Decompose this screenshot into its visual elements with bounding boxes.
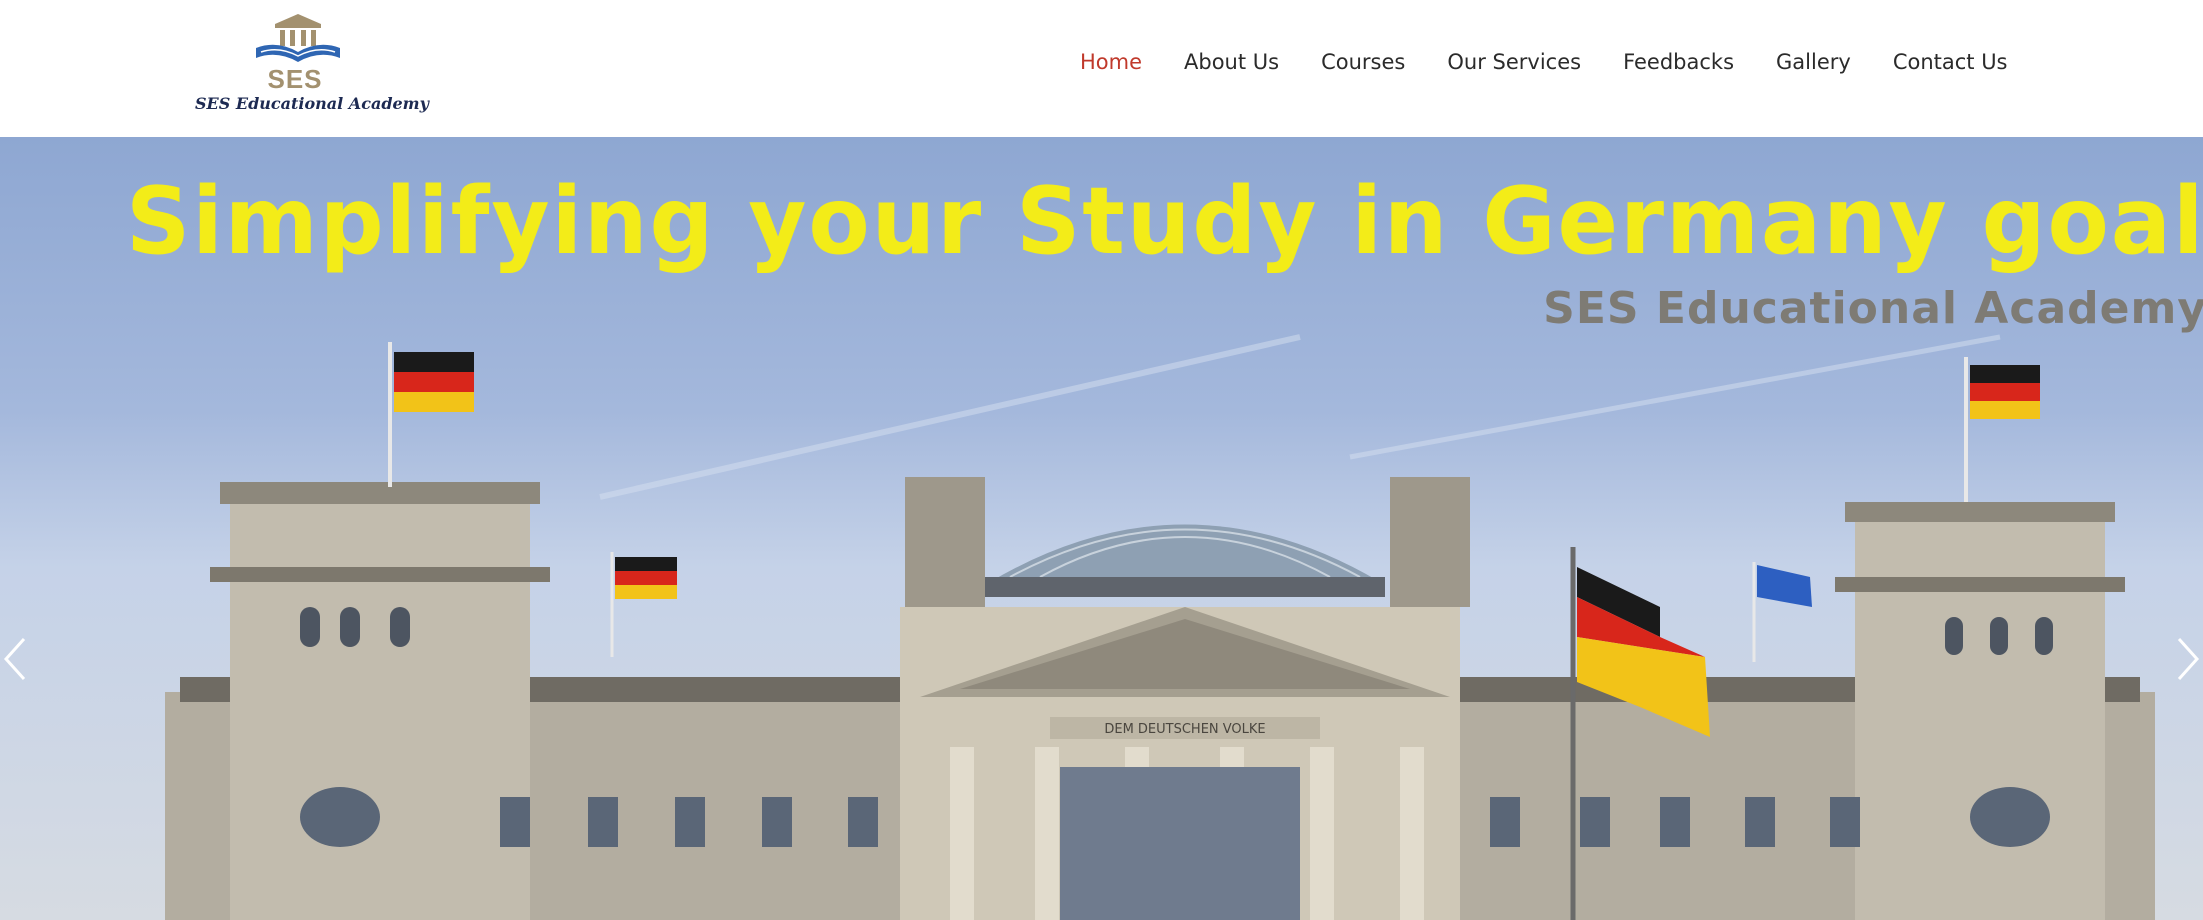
building-inscription: DEM DEUTSCHEN VOLKE [1104,722,1265,737]
slider-prev-button[interactable] [0,629,32,689]
academy-building-icon [256,14,340,62]
nav-courses[interactable]: Courses [1321,50,1405,80]
nav-home[interactable]: Home [1080,50,1142,80]
hero-slider: DEM DEUTSCHEN VOLKE Simplifying your Stu… [0,137,2203,920]
site-header: SES SES Educational Academy Home About U… [0,0,2203,137]
logo-abbreviation: SES [267,64,323,94]
logo[interactable]: SES SES Educational Academy [195,12,429,122]
slider-next-button[interactable] [2171,629,2203,689]
nav-gallery[interactable]: Gallery [1776,50,1851,80]
nav-about-us[interactable]: About Us [1184,50,1279,80]
nav-feedbacks[interactable]: Feedbacks [1623,50,1734,80]
main-nav: Home About Us Courses Our Services Feedb… [1080,50,2050,80]
chevron-left-icon [3,637,26,681]
nav-contact-us[interactable]: Contact Us [1893,50,2008,80]
logo-name: SES Educational Academy [195,94,429,113]
nav-our-services[interactable]: Our Services [1447,50,1581,80]
hero-headline: Simplifying your Study in Germany goals [126,167,2203,275]
chevron-right-icon [2177,637,2200,681]
hero-watermark: SES Educational Academy [1543,283,2203,334]
